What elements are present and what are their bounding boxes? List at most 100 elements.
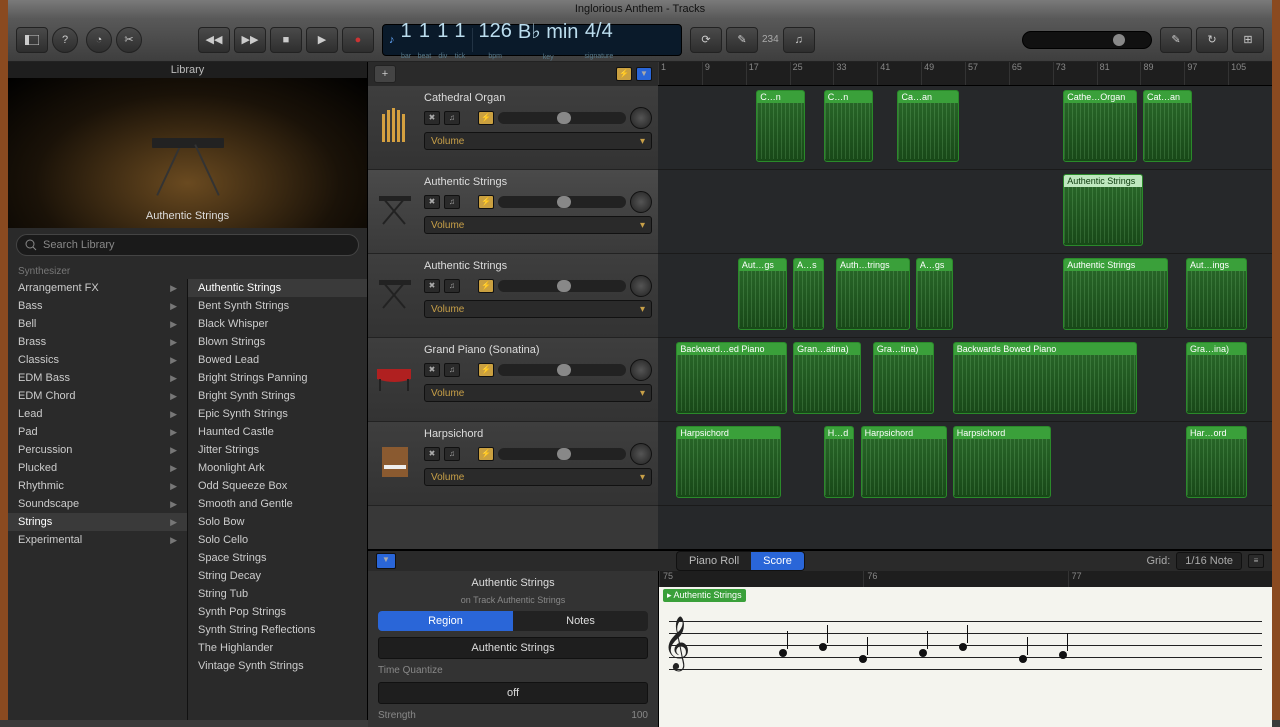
tab-region[interactable]: Region [378, 611, 513, 631]
patch-item[interactable]: Black Whisper [188, 315, 367, 333]
time-quantize-dropdown[interactable]: off [378, 682, 648, 704]
patch-item[interactable]: Solo Cello [188, 531, 367, 549]
patch-item[interactable]: Odd Squeeze Box [188, 477, 367, 495]
tab-notes[interactable]: Notes [513, 611, 648, 631]
record-button[interactable]: ● [342, 27, 374, 53]
track-volume-slider[interactable] [498, 364, 626, 376]
search-input[interactable]: Search Library [16, 234, 359, 256]
midi-region[interactable]: Authentic Strings [1063, 258, 1167, 330]
patch-item[interactable]: Blown Strings [188, 333, 367, 351]
patch-item[interactable]: Bowed Lead [188, 351, 367, 369]
pan-knob[interactable] [630, 443, 652, 465]
category-item[interactable]: Classics▶ [8, 351, 187, 369]
editor-filter-button[interactable]: ▼ [376, 553, 396, 569]
track-volume-slider[interactable] [498, 196, 626, 208]
category-item[interactable]: Lead▶ [8, 405, 187, 423]
help-button[interactable]: ? [52, 27, 78, 53]
midi-region[interactable]: Ca…an [897, 90, 958, 162]
timeline-ruler[interactable]: 191725334149576573818997105 [658, 62, 1272, 86]
category-item[interactable]: Arrangement FX▶ [8, 279, 187, 297]
note[interactable] [1059, 651, 1067, 659]
headphone-button[interactable]: ♫ [444, 447, 460, 461]
note[interactable] [959, 643, 967, 651]
pan-knob[interactable] [630, 359, 652, 381]
automation-button[interactable]: ⚡ [478, 363, 494, 377]
pan-knob[interactable] [630, 275, 652, 297]
category-item[interactable]: Experimental▶ [8, 531, 187, 549]
midi-region[interactable]: Auth…trings [836, 258, 910, 330]
category-item[interactable]: Soundscape▶ [8, 495, 187, 513]
param-dropdown[interactable]: Volume▾ [424, 132, 652, 150]
track-header[interactable]: Harpsichord ✖ ♫ ⚡ Volume▾ [368, 422, 658, 506]
patch-item[interactable]: String Decay [188, 567, 367, 585]
track-header[interactable]: Cathedral Organ ✖ ♫ ⚡ Volume▾ [368, 86, 658, 170]
track-lane[interactable]: Aut…gsA…sAuth…tringsA…gsAuthentic String… [658, 254, 1272, 338]
filter-toggle[interactable]: ▼ [636, 67, 652, 81]
midi-region[interactable]: A…s [793, 258, 824, 330]
patch-list[interactable]: Authentic StringsBent Synth StringsBlack… [188, 279, 367, 720]
midi-region[interactable]: Backward…ed Piano [676, 342, 787, 414]
track-lane[interactable]: C…nC…nCa…anCathe…OrganCat…an [658, 86, 1272, 170]
automation-button[interactable]: ⚡ [478, 195, 494, 209]
master-volume-slider[interactable] [1022, 31, 1152, 49]
patch-item[interactable]: Vintage Synth Strings [188, 657, 367, 675]
media-browser-button[interactable]: ⊞ [1232, 27, 1264, 53]
track-header[interactable]: Authentic Strings ✖ ♫ ⚡ Volume▾ [368, 170, 658, 254]
param-dropdown[interactable]: Volume▾ [424, 300, 652, 318]
notepad-button[interactable]: ✎ [1160, 27, 1192, 53]
midi-region[interactable]: Cat…an [1143, 90, 1192, 162]
automation-toggle[interactable]: ⚡ [616, 67, 632, 81]
headphone-button[interactable]: ♫ [444, 363, 460, 377]
headphone-button[interactable]: ♫ [444, 195, 460, 209]
patch-item[interactable]: Moonlight Ark [188, 459, 367, 477]
patch-item[interactable]: Jitter Strings [188, 441, 367, 459]
cycle-button[interactable]: ⟳ [690, 27, 722, 53]
note[interactable] [859, 655, 867, 663]
category-list[interactable]: Arrangement FX▶Bass▶Bell▶Brass▶Classics▶… [8, 279, 188, 720]
headphone-button[interactable]: ♫ [444, 279, 460, 293]
midi-region[interactable]: Gran…atina) [793, 342, 861, 414]
category-item[interactable]: Bell▶ [8, 315, 187, 333]
arrange-area[interactable]: 191725334149576573818997105 C…nC…nCa…anC… [658, 62, 1272, 549]
midi-region[interactable]: Gra…ina) [1186, 342, 1247, 414]
patch-item[interactable]: Smooth and Gentle [188, 495, 367, 513]
category-item[interactable]: EDM Bass▶ [8, 369, 187, 387]
midi-region[interactable]: Harpsichord [953, 426, 1051, 498]
editor-menu-button[interactable]: ≡ [1248, 554, 1264, 568]
pan-knob[interactable] [630, 107, 652, 129]
category-item[interactable]: Rhythmic▶ [8, 477, 187, 495]
patch-item[interactable]: String Tub [188, 585, 367, 603]
midi-region[interactable]: H…d [824, 426, 855, 498]
patch-item[interactable]: Bent Synth Strings [188, 297, 367, 315]
mute-button[interactable]: ✖ [424, 363, 440, 377]
patch-item[interactable]: Synth Pop Strings [188, 603, 367, 621]
automation-button[interactable]: ⚡ [478, 279, 494, 293]
patch-item[interactable]: The Highlander [188, 639, 367, 657]
headphone-button[interactable]: ♫ [444, 111, 460, 125]
automation-button[interactable]: ⚡ [478, 447, 494, 461]
category-item[interactable]: EDM Chord▶ [8, 387, 187, 405]
library-toggle-button[interactable] [16, 27, 48, 53]
tuner-button[interactable]: ✎ [726, 27, 758, 53]
track-lane[interactable]: Backward…ed PianoGran…atina)Gra…tina)Bac… [658, 338, 1272, 422]
midi-region[interactable]: Aut…ings [1186, 258, 1247, 330]
editor-sub-tabs[interactable]: Region Notes [378, 611, 648, 631]
note[interactable] [1019, 655, 1027, 663]
tab-piano-roll[interactable]: Piano Roll [677, 552, 751, 570]
track-lane[interactable]: HarpsichordH…dHarpsichordHarpsichordHar…… [658, 422, 1272, 506]
mute-button[interactable]: ✖ [424, 279, 440, 293]
param-dropdown[interactable]: Volume▾ [424, 384, 652, 402]
note[interactable] [919, 649, 927, 657]
midi-region[interactable]: C…n [824, 90, 873, 162]
category-item[interactable]: Brass▶ [8, 333, 187, 351]
midi-region[interactable]: Aut…gs [738, 258, 787, 330]
category-item[interactable]: Strings▶ [8, 513, 187, 531]
midi-region[interactable]: Gra…tina) [873, 342, 934, 414]
track-volume-slider[interactable] [498, 280, 626, 292]
param-dropdown[interactable]: Volume▾ [424, 468, 652, 486]
track-volume-slider[interactable] [498, 112, 626, 124]
editor-view-tabs[interactable]: Piano Roll Score [676, 551, 805, 571]
loop-browser-button[interactable]: ↻ [1196, 27, 1228, 53]
note[interactable] [819, 643, 827, 651]
category-item[interactable]: Bass▶ [8, 297, 187, 315]
